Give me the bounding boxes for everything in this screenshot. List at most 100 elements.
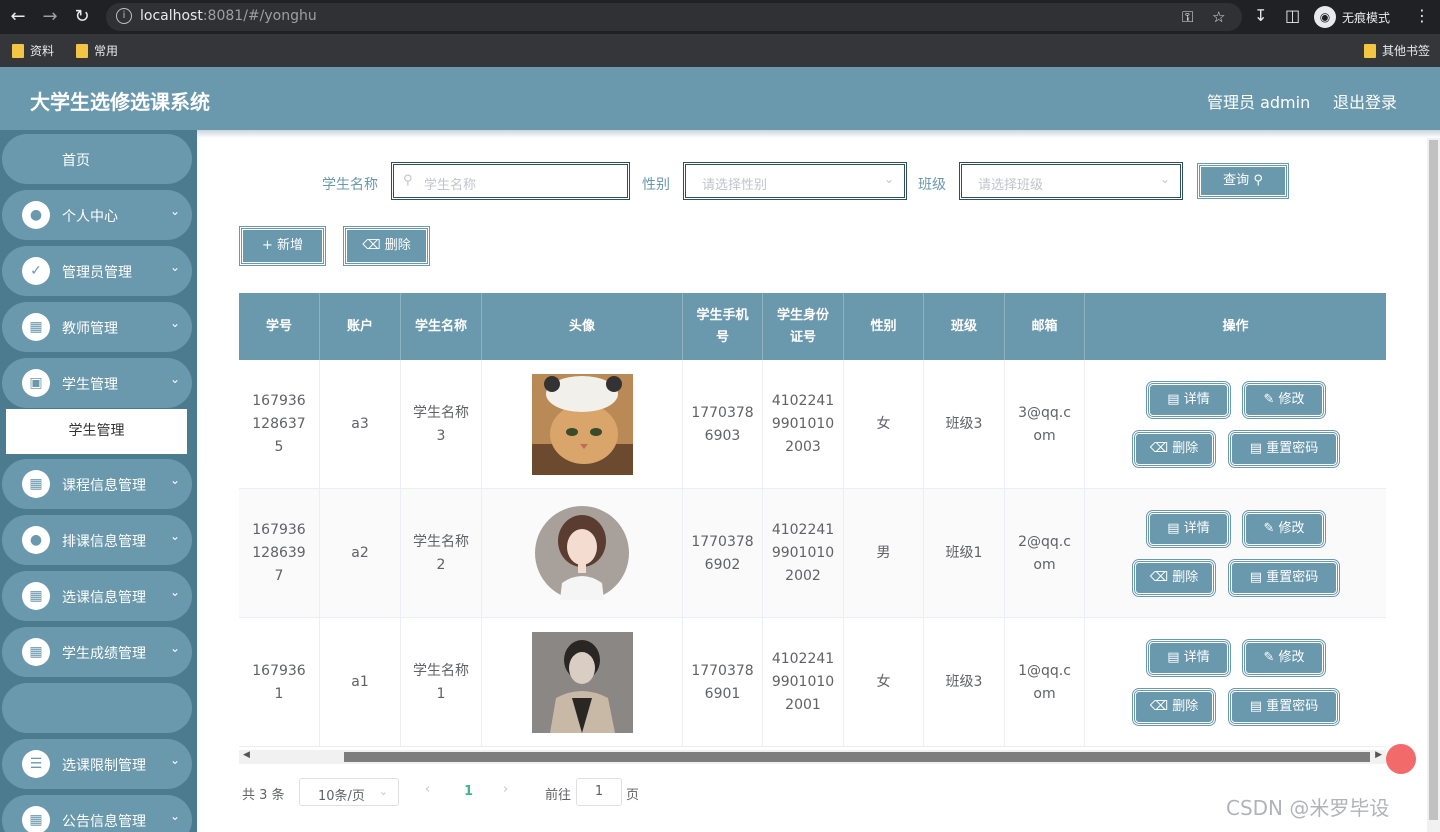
delete-row-button[interactable]: ⌫ 删除 xyxy=(1132,559,1216,597)
column-header[interactable]: 头像 xyxy=(482,293,683,360)
name-search-input[interactable]: ⚲ 学生名称 xyxy=(391,162,630,200)
gender-placeholder: 请选择性别 xyxy=(702,178,768,193)
reset-password-button[interactable]: ▤ 重置密码 xyxy=(1228,430,1340,468)
cell-avatar xyxy=(482,618,683,747)
page-size-select[interactable]: 10条/页 ⌄ xyxy=(299,778,399,806)
column-header[interactable]: 班级 xyxy=(924,293,1005,360)
scroll-left-icon[interactable]: ◀ xyxy=(243,750,250,760)
column-header[interactable]: 学生身份证号 xyxy=(763,293,844,360)
table-row[interactable]: 1679361286397 a2 学生名称2 17703786902 41022… xyxy=(239,489,1386,618)
scrollbar-thumb[interactable] xyxy=(344,752,1370,762)
column-header[interactable]: 学生名称 xyxy=(401,293,482,360)
page-vertical-scrollbar[interactable] xyxy=(1427,138,1440,832)
table-row[interactable]: 1679361 a1 学生名称1 17703786901 41022419901… xyxy=(239,618,1386,747)
menu-icon[interactable]: ⋮ xyxy=(1414,6,1430,25)
table-row[interactable]: 1679361286375 a3 学生名称3 17703786903 41022… xyxy=(239,360,1386,489)
edit-button[interactable]: ✎ 修改 xyxy=(1242,639,1326,677)
grid-icon: ▦ xyxy=(22,582,50,610)
delete-row-button[interactable]: ⌫ 删除 xyxy=(1132,688,1216,726)
add-button[interactable]: + 新增 xyxy=(239,226,326,266)
document-icon: ▤ xyxy=(1249,699,1263,714)
prev-page-icon[interactable]: ‹ xyxy=(425,782,430,797)
cell-class: 班级3 xyxy=(924,618,1005,747)
sidebar-subitem-student[interactable]: 学生管理 xyxy=(6,409,187,454)
star-icon[interactable]: ☆ xyxy=(1212,8,1225,26)
search-icon: ⚲ xyxy=(1253,173,1263,188)
detail-button[interactable]: ▤ 详情 xyxy=(1146,510,1231,548)
logout-link[interactable]: 退出登录 xyxy=(1333,89,1397,113)
reset-password-button[interactable]: ▤ 重置密码 xyxy=(1228,688,1340,726)
incognito-indicator[interactable]: ◉ 无痕模式 xyxy=(1314,5,1390,29)
column-header[interactable]: 性别 xyxy=(844,293,924,360)
sidebar-item-admin[interactable]: ✓ 管理员管理 ⌄ xyxy=(2,246,192,296)
chevron-down-icon: ⌄ xyxy=(170,372,181,386)
back-icon[interactable]: ← xyxy=(6,5,30,29)
trash-icon: ⌫ xyxy=(362,238,381,253)
user-icon: ● xyxy=(22,526,50,554)
column-header[interactable]: 学号 xyxy=(239,293,320,360)
cell-class: 班级1 xyxy=(924,489,1005,618)
sidebar-item-schedule[interactable]: ● 排课信息管理 ⌄ xyxy=(2,515,192,565)
sidebar-item-grades[interactable]: ▦ 学生成绩管理 ⌄ xyxy=(2,627,192,677)
column-header[interactable]: 账户 xyxy=(320,293,401,360)
cell-idcard: 410224199010102003 xyxy=(763,360,844,489)
sidepanel-icon[interactable]: ◫ xyxy=(1285,6,1300,25)
sidebar-item-limit[interactable]: ☰ 选课限制管理 ⌄ xyxy=(2,739,192,789)
bookmark-label: 常用 xyxy=(94,44,119,58)
sidebar-item-teacher[interactable]: ▦ 教师管理 ⌄ xyxy=(2,302,192,352)
chevron-down-icon: ⌄ xyxy=(170,204,181,218)
next-page-icon[interactable]: › xyxy=(503,782,508,797)
gender-select[interactable]: 请选择性别 ⌄ xyxy=(683,162,907,200)
incognito-label: 无痕模式 xyxy=(1342,10,1391,25)
bookmark-folder[interactable]: 常用 xyxy=(76,42,118,59)
site-info-icon[interactable]: i xyxy=(116,8,132,24)
sidebar-item-course[interactable]: ▦ 课程信息管理 ⌄ xyxy=(2,459,192,509)
girl-avatar xyxy=(531,503,633,604)
page-number-current[interactable]: 1 xyxy=(464,784,473,799)
delete-row-button[interactable]: ⌫ 删除 xyxy=(1132,430,1216,468)
add-label: 新增 xyxy=(277,238,304,253)
detail-button[interactable]: ▤ 详情 xyxy=(1146,639,1231,677)
sidebar-item-blurred[interactable] xyxy=(2,683,192,733)
sidebar-item-label: 学生成绩管理 xyxy=(62,646,146,662)
chevron-down-icon: ⌄ xyxy=(170,809,181,823)
sidebar-item-student[interactable]: ▣ 学生管理 ⌄ xyxy=(2,358,192,408)
trash-icon: ⌫ xyxy=(1149,441,1169,456)
sidebar-item-label: 管理员管理 xyxy=(62,265,132,281)
edit-button[interactable]: ✎ 修改 xyxy=(1242,381,1326,419)
key-icon[interactable]: ⚿ xyxy=(1182,8,1193,26)
briefcase-icon: ▣ xyxy=(22,369,50,397)
forward-icon[interactable]: → xyxy=(38,5,62,29)
sidebar-item-home[interactable]: 首页 xyxy=(2,134,192,184)
cell-name: 学生名称1 xyxy=(401,618,482,747)
sidebar-item-notice[interactable]: ▦ 公告信息管理 ⌄ xyxy=(2,795,192,832)
chevron-down-icon: ⌄ xyxy=(170,260,181,274)
scroll-right-icon[interactable]: ▶ xyxy=(1375,750,1382,760)
column-header[interactable]: 操作 xyxy=(1085,293,1386,360)
column-header[interactable]: 邮箱 xyxy=(1005,293,1085,360)
delete-label: 删除 xyxy=(1172,570,1199,585)
download-icon[interactable]: ↧ xyxy=(1254,6,1267,25)
sidebar-item-selection[interactable]: ▦ 选课信息管理 ⌄ xyxy=(2,571,192,621)
sidebar: 首页 ● 个人中心 ⌄ ✓ 管理员管理 ⌄ ▦ 教师管理 ⌄ ▣ 学生管理 ⌄ … xyxy=(0,130,197,832)
table-header: 学号 账户 学生名称 头像 学生手机号 学生身份证号 性别 班级 邮箱 操作 xyxy=(239,293,1386,360)
bookmark-folder[interactable]: 资料 xyxy=(12,42,54,59)
other-bookmarks[interactable]: 其他书签 xyxy=(1364,42,1430,59)
detail-button[interactable]: ▤ 详情 xyxy=(1146,381,1231,419)
reset-password-button[interactable]: ▤ 重置密码 xyxy=(1228,559,1340,597)
class-select[interactable]: 请选择班级 ⌄ xyxy=(959,162,1183,200)
detail-label: 详情 xyxy=(1183,521,1210,536)
edit-button[interactable]: ✎ 修改 xyxy=(1242,510,1326,548)
cell-id: 1679361 xyxy=(239,618,320,747)
table-horizontal-scrollbar[interactable]: ◀ ▶ xyxy=(239,750,1386,764)
sidebar-item-personal[interactable]: ● 个人中心 ⌄ xyxy=(2,190,192,240)
goto-page-input[interactable]: 1 xyxy=(576,778,622,806)
cell-actions: ▤ 详情 ✎ 修改 ⌫ 删除 ▤ 重置密码 xyxy=(1085,618,1386,747)
address-bar[interactable]: i localhost:8081/#/yonghu ⚿ ☆ xyxy=(106,3,1242,31)
delete-button[interactable]: ⌫ 删除 xyxy=(343,226,430,266)
reload-icon[interactable]: ↻ xyxy=(70,5,94,29)
query-button[interactable]: 查询 ⚲ xyxy=(1197,163,1289,199)
scrollbar-thumb[interactable] xyxy=(1429,140,1438,820)
cell-email: 2@qq.com xyxy=(1005,489,1085,618)
column-header[interactable]: 学生手机号 xyxy=(683,293,763,360)
